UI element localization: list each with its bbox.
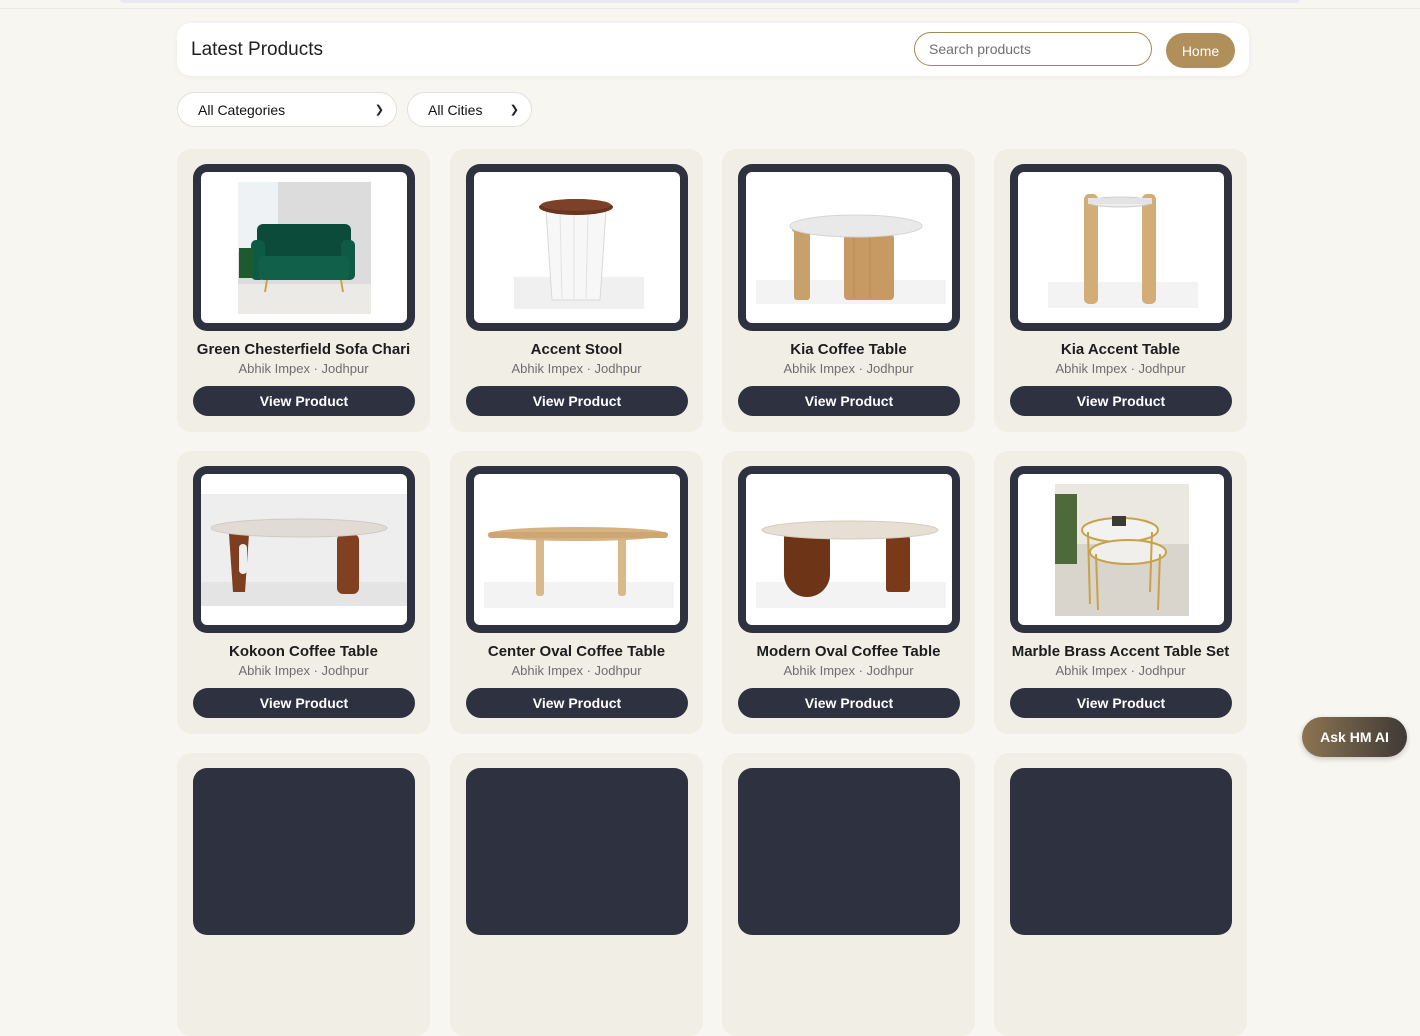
green-armchair-image	[238, 182, 371, 314]
product-image-frame	[193, 768, 415, 935]
product-seller: Abhik Impex · Jodhpur	[238, 663, 369, 678]
product-image-frame	[738, 466, 960, 633]
product-image[interactable]	[201, 474, 407, 625]
product-image[interactable]	[746, 474, 952, 625]
product-card: Center Oval Coffee Table Abhik Impex · J…	[450, 451, 703, 734]
product-image-frame	[466, 466, 688, 633]
product-name: Marble Brass Accent Table Set	[1011, 643, 1230, 660]
oval-coffee-table-image	[201, 494, 407, 606]
product-card: Modern Oval Coffee Table Abhik Impex · J…	[722, 451, 975, 734]
search-input[interactable]	[914, 32, 1152, 66]
product-card: Kia Coffee Table Abhik Impex · Jodhpur V…	[722, 149, 975, 432]
product-card	[722, 753, 975, 1036]
product-image-frame	[738, 768, 960, 935]
product-name: Kia Coffee Table	[790, 341, 907, 358]
product-name: Kokoon Coffee Table	[229, 643, 378, 660]
city-select[interactable]: All Cities ❯	[407, 92, 532, 127]
product-card: Kia Accent Table Abhik Impex · Jodhpur V…	[994, 149, 1247, 432]
divider	[0, 8, 1420, 9]
product-seller: Abhik Impex · Jodhpur	[511, 663, 642, 678]
product-seller: Abhik Impex · Jodhpur	[783, 663, 914, 678]
brass-nesting-tables-image	[1055, 484, 1189, 616]
product-image[interactable]	[1018, 172, 1224, 323]
view-product-button[interactable]: View Product	[466, 688, 688, 718]
product-image-frame	[193, 466, 415, 633]
browser-top-bar	[120, 0, 1300, 3]
city-select-value: All Cities	[428, 101, 483, 118]
product-name: Green Chesterfield Sofa Chari	[196, 341, 411, 358]
product-name: Accent Stool	[530, 341, 623, 358]
product-name: Modern Oval Coffee Table	[756, 643, 941, 660]
product-image-frame	[1010, 164, 1232, 331]
view-product-button[interactable]: View Product	[193, 386, 415, 416]
modern-oval-table-image	[756, 520, 946, 608]
product-card: Kokoon Coffee Table Abhik Impex · Jodhpu…	[177, 451, 430, 734]
product-card: Marble Brass Accent Table Set Abhik Impe…	[994, 451, 1247, 734]
home-button[interactable]: Home	[1166, 33, 1235, 68]
chevron-down-icon: ❯	[509, 104, 519, 116]
product-card: Green Chesterfield Sofa Chari Abhik Impe…	[177, 149, 430, 432]
product-name: Center Oval Coffee Table	[487, 643, 666, 660]
view-product-button[interactable]: View Product	[738, 688, 960, 718]
product-card	[450, 753, 703, 1036]
product-image-frame	[738, 164, 960, 331]
product-card: Accent Stool Abhik Impex · Jodhpur View …	[450, 149, 703, 432]
product-image-frame	[1010, 768, 1232, 935]
view-product-button[interactable]: View Product	[1010, 386, 1232, 416]
product-seller: Abhik Impex · Jodhpur	[783, 361, 914, 376]
product-image-frame	[193, 164, 415, 331]
product-seller: Abhik Impex · Jodhpur	[511, 361, 642, 376]
tall-accent-table-image	[1048, 194, 1198, 308]
product-seller: Abhik Impex · Jodhpur	[1055, 663, 1186, 678]
view-product-button[interactable]: View Product	[193, 688, 415, 718]
page-title: Latest Products	[191, 39, 324, 60]
product-seller: Abhik Impex · Jodhpur	[1055, 361, 1186, 376]
product-image-frame	[466, 768, 688, 935]
product-card	[994, 753, 1247, 1036]
wood-oval-table-image	[484, 527, 674, 608]
product-seller: Abhik Impex · Jodhpur	[238, 361, 369, 376]
category-select[interactable]: All Categories ❯	[177, 92, 397, 127]
view-product-button[interactable]: View Product	[466, 386, 688, 416]
product-name: Kia Accent Table	[1060, 341, 1181, 358]
product-image[interactable]	[1018, 474, 1224, 625]
marble-coffee-table-image	[756, 214, 946, 304]
product-image[interactable]	[474, 474, 680, 625]
product-image-frame	[1010, 466, 1232, 633]
view-product-button[interactable]: View Product	[738, 386, 960, 416]
white-stool-image	[514, 199, 644, 309]
product-image[interactable]	[474, 172, 680, 323]
category-select-value: All Categories	[198, 101, 286, 118]
ask-ai-button[interactable]: Ask HM AI	[1302, 717, 1407, 757]
page-header: Latest Products Home	[177, 23, 1249, 76]
product-image[interactable]	[746, 172, 952, 323]
chevron-down-icon: ❯	[374, 104, 384, 116]
product-card	[177, 753, 430, 1036]
view-product-button[interactable]: View Product	[1010, 688, 1232, 718]
product-image[interactable]	[201, 172, 407, 323]
product-image-frame	[466, 164, 688, 331]
